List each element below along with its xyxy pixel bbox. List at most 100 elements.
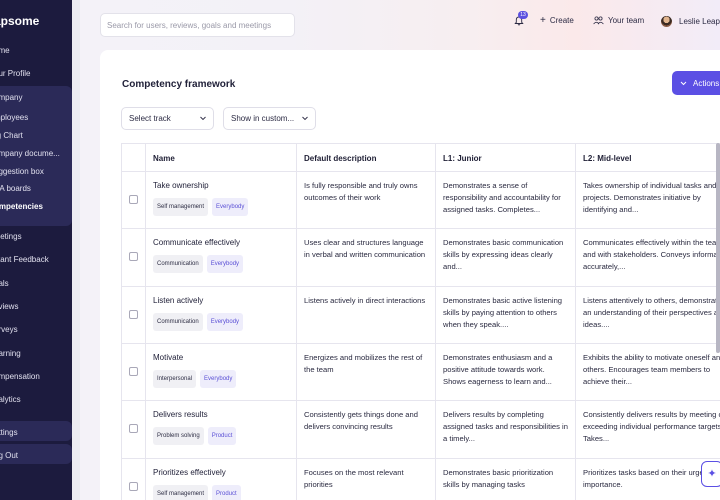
- l2-cell: Communicates effectively within the team…: [576, 229, 720, 286]
- description-cell: Energizes and mobilizes the rest of the …: [297, 344, 436, 400]
- description-cell: Listens actively in direct interactions: [297, 287, 436, 343]
- sidebar-item-settings[interactable]: ettings: [0, 428, 18, 437]
- header-checkbox-cell: [122, 144, 146, 171]
- competency-name[interactable]: Prioritizes effectively: [153, 467, 289, 479]
- category-tag: Interpersonal: [153, 370, 197, 389]
- name-cell: Take ownership Self management Everybody: [146, 172, 297, 228]
- team-icon: [593, 16, 604, 25]
- select-track-dropdown[interactable]: Select track: [121, 107, 214, 130]
- show-in-label: Show in custom...: [231, 114, 295, 123]
- sidebar-item-instant-feedback[interactable]: stant Feedback: [0, 255, 49, 264]
- app-logo[interactable]: apsome: [0, 14, 39, 28]
- user-menu[interactable]: Leslie Leaps: [661, 16, 720, 27]
- table-row[interactable]: Communicate effectively Communication Eve…: [122, 229, 720, 287]
- l2-cell: Prioritizes tasks based on their urgency…: [576, 459, 720, 500]
- sidebar-scrollbar[interactable]: [72, 0, 80, 500]
- audience-tag: Everybody: [206, 255, 244, 274]
- competency-name[interactable]: Communicate effectively: [153, 237, 289, 249]
- header-description[interactable]: Default description: [297, 144, 436, 171]
- table-row[interactable]: Listen actively Communication Everybody L…: [122, 287, 720, 344]
- actions-label: Actions: [693, 78, 720, 88]
- l1-cell: Demonstrates a sense of responsibility a…: [436, 172, 576, 228]
- sidebar-item-meetings[interactable]: leetings: [0, 232, 22, 241]
- competency-name[interactable]: Take ownership: [153, 180, 289, 192]
- row-checkbox[interactable]: [129, 252, 138, 261]
- sidebar-item-profile[interactable]: our Profile: [0, 69, 30, 78]
- name-cell: Listen actively Communication Everybody: [146, 287, 297, 343]
- select-track-label: Select track: [129, 114, 171, 123]
- sidebar-item-analytics[interactable]: nalytics: [0, 395, 21, 404]
- plus-icon: +: [540, 14, 546, 26]
- your-team-button[interactable]: Your team: [593, 16, 644, 25]
- row-checkbox[interactable]: [129, 310, 138, 319]
- chevron-down-icon: [680, 81, 687, 85]
- table-row[interactable]: Motivate Interpersonal Everybody Energize…: [122, 344, 720, 401]
- header-name[interactable]: Name: [146, 144, 297, 171]
- create-label: Create: [549, 16, 574, 25]
- competency-name[interactable]: Listen actively: [153, 295, 289, 307]
- user-name: Leslie Leaps: [679, 17, 720, 26]
- sidebar-item-compensation[interactable]: ompensation: [0, 372, 40, 381]
- table-row[interactable]: Take ownership Self management Everybody …: [122, 172, 720, 229]
- category-tag: Communication: [153, 313, 203, 332]
- sidebar-item-company[interactable]: ompany: [0, 93, 22, 102]
- show-in-dropdown[interactable]: Show in custom...: [223, 107, 316, 130]
- create-button[interactable]: + Create: [540, 14, 574, 26]
- sidebar-item-learning[interactable]: earning: [0, 349, 21, 358]
- sidebar-item-qa-boards[interactable]: &A boards: [0, 184, 31, 193]
- sidebar-item-surveys[interactable]: urveys: [0, 325, 18, 334]
- audience-tag: Product: [212, 485, 241, 500]
- l2-cell: Takes ownership of individual tasks and …: [576, 172, 720, 228]
- l1-cell: Demonstrates basic communication skills …: [436, 229, 576, 286]
- l2-cell: Consistently delivers results by meeting…: [576, 401, 720, 458]
- notification-badge: 13: [518, 11, 528, 19]
- competency-name[interactable]: Motivate: [153, 352, 289, 364]
- sidebar-item-org-chart[interactable]: rg Chart: [0, 131, 23, 140]
- table-scrollbar[interactable]: [716, 143, 720, 353]
- search-input[interactable]: Search for users, reviews, goals and mee…: [100, 13, 295, 37]
- l2-cell: Listens attentively to others, demonstra…: [576, 287, 720, 343]
- chevron-down-icon: [200, 116, 206, 121]
- l1-cell: Demonstrates basic prioritization skills…: [436, 459, 576, 500]
- row-checkbox[interactable]: [129, 424, 138, 433]
- sidebar-item-competencies[interactable]: ompetencies: [0, 202, 43, 211]
- sidebar-item-reviews[interactable]: eviews: [0, 302, 18, 311]
- header-l1[interactable]: L1: Junior: [436, 144, 576, 171]
- actions-button[interactable]: Actions: [672, 71, 720, 95]
- table-row[interactable]: Prioritizes effectively Self management P…: [122, 459, 720, 500]
- sidebar-item-company-documents[interactable]: ompany docume...: [0, 149, 60, 158]
- table-row[interactable]: Delivers results Problem solving Product …: [122, 401, 720, 459]
- description-cell: Consistently gets things done and delive…: [297, 401, 436, 458]
- competency-table: Name Default description L1: Junior L2: …: [121, 143, 720, 500]
- row-checkbox[interactable]: [129, 367, 138, 376]
- audience-tag: Everybody: [206, 313, 244, 332]
- l2-cell: Exhibits the ability to motivate oneself…: [576, 344, 720, 400]
- category-tag: Problem solving: [153, 427, 204, 446]
- description-cell: Uses clear and structures language in ve…: [297, 229, 436, 286]
- audience-tag: Everybody: [212, 198, 249, 217]
- name-cell: Prioritizes effectively Self management P…: [146, 459, 297, 500]
- your-team-label: Your team: [608, 16, 645, 25]
- header-l2[interactable]: L2: Mid-level: [576, 144, 720, 171]
- row-checkbox[interactable]: [129, 195, 138, 204]
- audience-tag: Everybody: [200, 370, 237, 389]
- sidebar: apsome ome our Profile ompany mployees r…: [0, 0, 80, 500]
- l1-cell: Delivers results by completing assigned …: [436, 401, 576, 458]
- row-checkbox[interactable]: [129, 482, 138, 491]
- sidebar-item-home[interactable]: ome: [0, 46, 10, 55]
- sidebar-item-logout[interactable]: og Out: [0, 451, 18, 460]
- sidebar-item-suggestion-box[interactable]: uggestion box: [0, 167, 44, 176]
- sidebar-item-goals[interactable]: oals: [0, 279, 9, 288]
- sparkle-icon[interactable]: ✦: [701, 461, 720, 487]
- page-title: Competency framework: [122, 79, 236, 90]
- sidebar-item-employees[interactable]: mployees: [0, 113, 28, 122]
- category-tag: Self management: [153, 485, 209, 500]
- name-cell: Communicate effectively Communication Eve…: [146, 229, 297, 286]
- name-cell: Delivers results Problem solving Product: [146, 401, 297, 458]
- avatar: [661, 16, 672, 27]
- competency-name[interactable]: Delivers results: [153, 409, 289, 421]
- description-cell: Is fully responsible and truly owns outc…: [297, 172, 436, 228]
- description-cell: Focuses on the most relevant priorities: [297, 459, 436, 500]
- l1-cell: Demonstrates enthusiasm and a positive a…: [436, 344, 576, 400]
- category-tag: Communication: [153, 255, 203, 274]
